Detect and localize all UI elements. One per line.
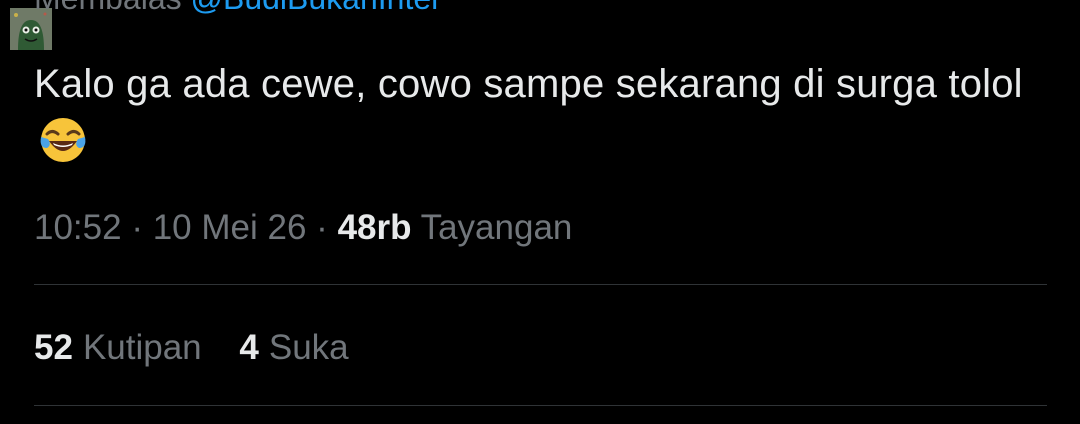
likes-label: Suka [268,328,349,367]
face-with-tears-of-joy-icon [38,115,88,165]
quotes-stat-link[interactable]: 52 Kutipan [34,328,202,368]
likes-count: 4 [239,328,259,367]
tweet-date[interactable]: 10 Mei 26 [153,208,307,247]
tweet-stats: 52 Kutipan 4 Suka [34,328,377,368]
tweet-body: Kalo ga ada cewe, cowo sampe sekarang di… [34,62,1023,106]
views-count: 48rb [337,208,412,247]
quotes-count: 52 [34,328,73,367]
quotes-label: Kutipan [82,328,202,367]
separator-dot: · [131,208,143,247]
reply-context: Membalas @BudiBukanIntel [34,0,438,16]
likes-stat-link[interactable]: 4 Suka [239,328,348,368]
tweet-meta: 10:52 · 10 Mei 26 · 48rb Tayangan [34,208,572,248]
tweet-time[interactable]: 10:52 [34,208,122,247]
divider [34,405,1047,406]
tweet-text: Kalo ga ada cewe, cowo sampe sekarang di… [34,56,1034,168]
views-label: Tayangan [420,208,573,247]
divider [34,284,1047,285]
reply-handle-link[interactable]: @BudiBukanIntel [191,0,439,16]
reply-prefix: Membalas [34,0,182,16]
separator-dot: · [316,208,328,247]
